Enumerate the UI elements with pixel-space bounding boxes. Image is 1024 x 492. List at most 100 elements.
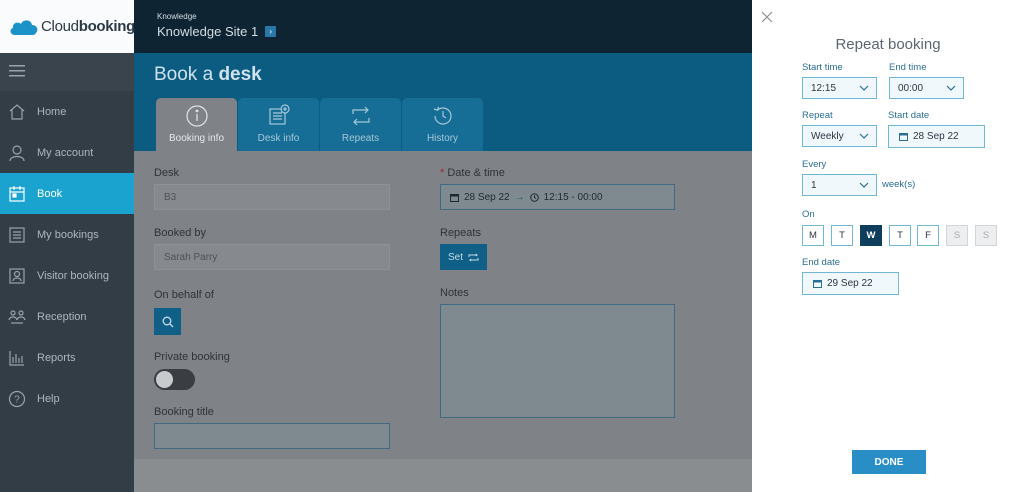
- sidebar-item-reception[interactable]: Reception: [0, 296, 134, 337]
- every-interval-select[interactable]: 1: [802, 174, 877, 196]
- start-time-value: 12:15: [811, 82, 837, 94]
- reception-icon: [8, 308, 26, 326]
- clock-icon: [529, 192, 539, 202]
- search-icon: [162, 316, 173, 327]
- day-friday-button[interactable]: F: [917, 225, 939, 246]
- sidebar-item-book[interactable]: Book: [0, 173, 134, 214]
- day-monday-button[interactable]: M: [802, 225, 824, 246]
- history-icon: [433, 106, 452, 125]
- set-label: Set: [447, 251, 463, 263]
- start-time-label: Start time: [802, 62, 843, 73]
- chevron-down-icon: [859, 133, 869, 139]
- tab-booking-info[interactable]: Booking info: [156, 98, 237, 151]
- repeat-value: Weekly: [811, 130, 844, 142]
- brand-logo[interactable]: Cloudbooking: [0, 0, 135, 53]
- sidebar-item-label: My bookings: [37, 228, 99, 241]
- user-icon: [8, 144, 26, 162]
- content-footer: [134, 459, 752, 492]
- sidebar-item-label: Reception: [37, 310, 87, 323]
- tab-label: Desk info: [257, 133, 300, 144]
- calendar-icon: [8, 185, 26, 203]
- info-icon: [185, 105, 208, 127]
- site-name: Knowledge Site 1: [157, 24, 259, 39]
- tab-history[interactable]: History: [402, 98, 483, 151]
- repeat-label: Repeat: [802, 110, 833, 121]
- calendar-icon: [899, 133, 908, 141]
- sidebar-item-help[interactable]: ? Help: [0, 378, 134, 419]
- booked-by-label: Booked by: [154, 227, 206, 239]
- desk-info-icon: [268, 104, 290, 125]
- site-selector[interactable]: Knowledge Site 1 ›: [157, 24, 752, 39]
- tab-desk-info[interactable]: Desk info: [238, 98, 319, 151]
- repeat-icon: [468, 253, 479, 261]
- chevron-down-icon: [946, 85, 956, 91]
- time-value: 12:15 - 00:00: [543, 191, 603, 203]
- end-time-label: End time: [889, 62, 927, 73]
- desk-label: Desk: [154, 167, 180, 179]
- tab-label: Booking info: [168, 133, 225, 144]
- day-tuesday-button[interactable]: T: [831, 225, 853, 246]
- start-date-value: 28 Sep 22: [913, 131, 959, 142]
- sidebar-item-label: Help: [37, 392, 60, 405]
- svg-text:?: ?: [14, 394, 20, 405]
- sidebar-item-home[interactable]: Home: [0, 91, 134, 132]
- date-time-field[interactable]: 28 Sep 22 → 12:15 - 00:00: [440, 184, 675, 210]
- repeat-icon: [351, 106, 370, 126]
- set-repeats-button[interactable]: Set: [440, 244, 487, 270]
- start-date-label: Start date: [888, 110, 930, 121]
- sidebar-item-label: My account: [37, 146, 94, 159]
- on-days-label: On: [802, 209, 815, 220]
- sidebar-item-visitor-booking[interactable]: Visitor booking: [0, 255, 134, 296]
- on-behalf-label: On behalf of: [154, 289, 214, 301]
- end-time-select[interactable]: 00:00: [889, 77, 964, 99]
- hamburger-icon: [9, 64, 25, 80]
- sidebar-item-label: Visitor booking: [37, 269, 109, 282]
- sidebar-item-my-bookings[interactable]: My bookings: [0, 214, 134, 255]
- every-value: 1: [811, 179, 817, 191]
- booked-by-field: Sarah Parry: [154, 244, 390, 270]
- date-time-label: * Date & time: [440, 167, 505, 179]
- help-icon: ?: [8, 390, 26, 408]
- end-date-value: 29 Sep 22: [827, 278, 873, 289]
- day-thursday-button[interactable]: T: [889, 225, 911, 246]
- page-title: Book a desk: [154, 64, 262, 85]
- done-button[interactable]: DONE: [852, 450, 926, 474]
- start-date-picker[interactable]: 28 Sep 22: [888, 125, 985, 148]
- booking-title-input[interactable]: [154, 423, 390, 449]
- on-behalf-search-button[interactable]: [154, 308, 181, 335]
- date-value: 28 Sep 22: [464, 191, 510, 203]
- day-wednesday-button[interactable]: W: [860, 225, 882, 246]
- private-booking-label: Private booking: [154, 351, 230, 363]
- every-unit-label: week(s): [882, 179, 916, 190]
- private-booking-toggle[interactable]: [154, 369, 195, 390]
- top-header: Knowledge Knowledge Site 1 ›: [134, 0, 752, 53]
- sidebar-item-reports[interactable]: Reports: [0, 337, 134, 378]
- notes-textarea[interactable]: [440, 304, 675, 418]
- brand-name: Cloudbooking: [41, 18, 135, 35]
- bar-chart-icon: [8, 349, 26, 367]
- chevron-down-icon: [859, 182, 869, 188]
- end-date-picker[interactable]: 29 Sep 22: [802, 272, 899, 295]
- menu-toggle-button[interactable]: [0, 53, 134, 91]
- every-label: Every: [802, 159, 827, 170]
- calendar-icon: [450, 193, 459, 202]
- desk-field: B3: [154, 184, 390, 210]
- chevron-down-icon: [859, 85, 869, 91]
- notes-label: Notes: [440, 287, 469, 299]
- sidebar-item-label: Book: [37, 187, 63, 200]
- arrow-right-icon: →: [514, 191, 525, 203]
- sidebar-item-label: Home: [37, 105, 67, 118]
- day-saturday-button: S: [946, 225, 968, 246]
- end-time-value: 00:00: [898, 82, 924, 94]
- tab-repeats[interactable]: Repeats: [320, 98, 401, 151]
- home-icon: [8, 103, 26, 121]
- sidebar: Cloudbooking Home My account Book My boo…: [0, 0, 135, 492]
- repeat-booking-panel: [752, 0, 1024, 492]
- sidebar-item-my-account[interactable]: My account: [0, 132, 134, 173]
- close-icon[interactable]: [760, 10, 774, 24]
- list-icon: [8, 226, 26, 244]
- start-time-select[interactable]: 12:15: [802, 77, 877, 99]
- chevron-right-icon[interactable]: ›: [265, 26, 277, 37]
- repeat-frequency-select[interactable]: Weekly: [802, 125, 877, 147]
- visitor-icon: [8, 267, 26, 285]
